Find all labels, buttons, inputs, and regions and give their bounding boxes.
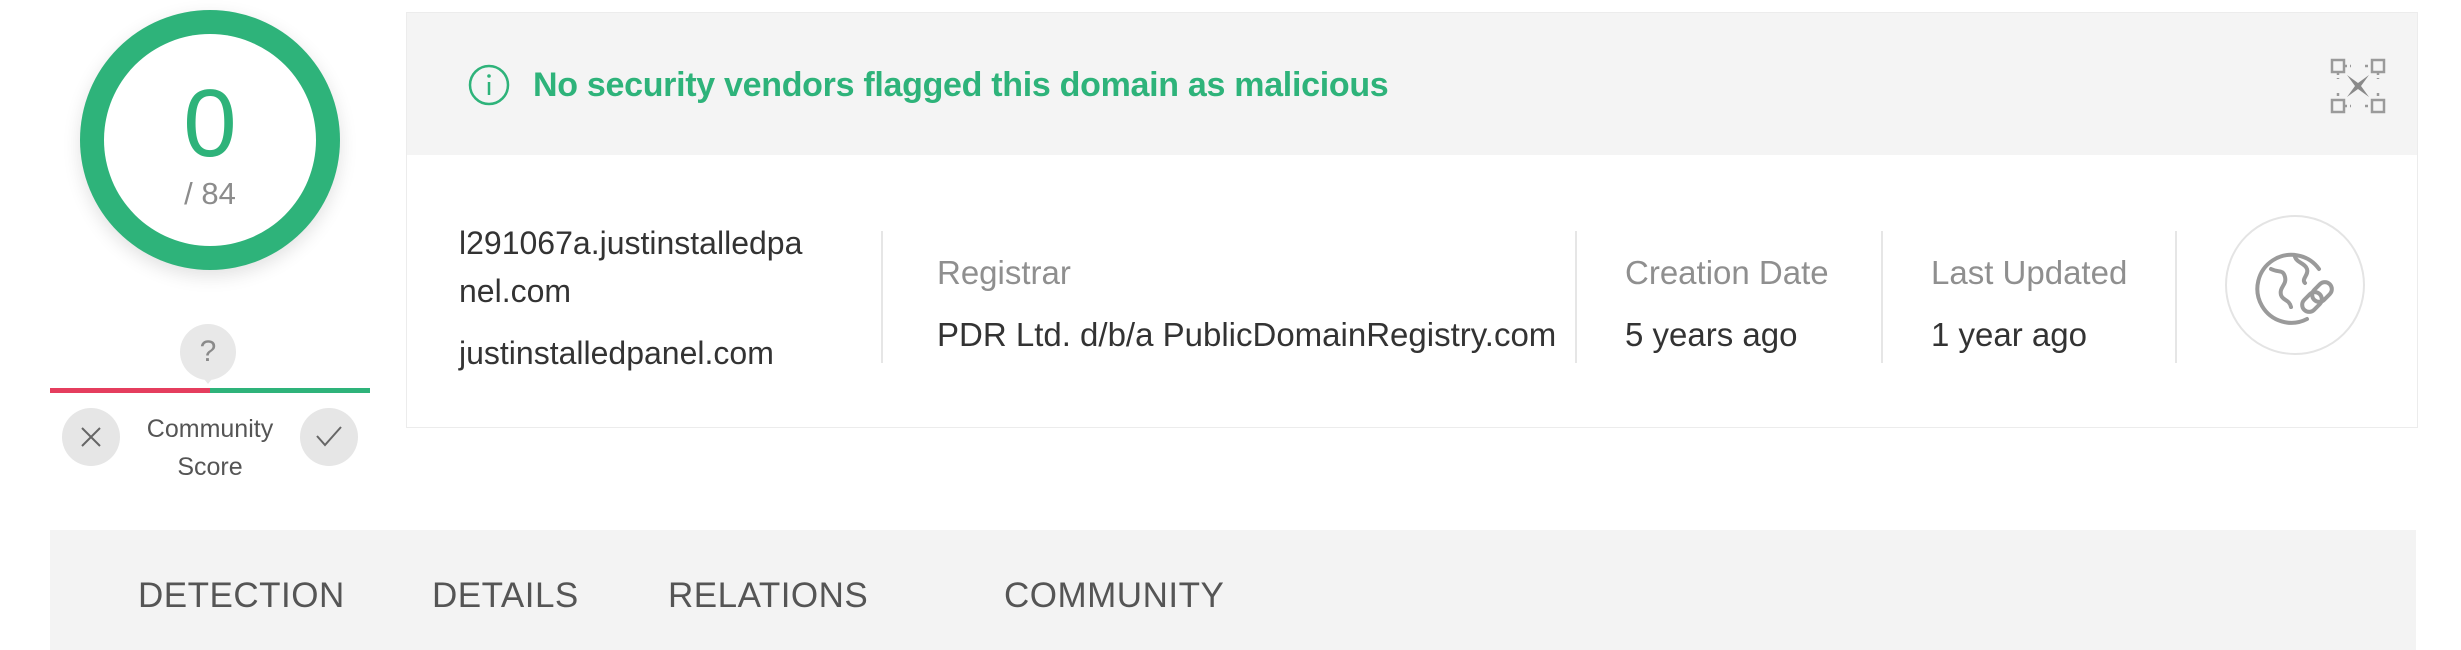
tab-relations[interactable]: RELATIONS [668,574,868,618]
community-score-positive-bar [210,388,370,393]
community-score-negative-bar [50,388,210,393]
verdict-message: No security vendors flagged this domain … [533,66,1389,104]
divider [2175,231,2177,363]
community-score-indicator: ? [180,324,236,384]
last-updated-label: Last Updated [1931,254,2128,291]
globe-link-icon [2255,252,2334,325]
qr-code-icon[interactable] [2329,57,2387,115]
detection-count: 0 [183,70,237,177]
vote-harmless-button[interactable] [300,408,358,466]
creation-date-label: Creation Date [1625,254,1829,291]
creation-date-value: 5 years ago [1625,316,1798,353]
detection-score-ring: 0 / 84 [80,10,340,270]
tab-community[interactable]: COMMUNITY [1004,574,1224,618]
graph-view-button[interactable] [2225,215,2365,355]
domain-name-line2: nel.com [459,273,572,309]
last-updated-value: 1 year ago [1931,316,2087,353]
check-icon [316,426,342,447]
verdict-banner: No security vendors flagged this domain … [407,13,2417,155]
domain-name-line1: l291067a.justinstalledpa [459,225,803,261]
root-domain[interactable]: justinstalledpanel.com [459,329,774,377]
community-score-label-line2: Score [177,453,243,481]
community-score-label-line1: Community [146,415,274,443]
close-icon [81,427,101,447]
report-tabs: DETECTION DETAILS RELATIONS COMMUNITY [50,530,2416,650]
tab-detection[interactable]: DETECTION [138,574,345,618]
divider [1575,231,1577,363]
domain-summary-card: No security vendors flagged this domain … [406,12,2418,428]
info-icon [468,64,510,106]
tab-details[interactable]: DETAILS [432,574,579,618]
community-score-label: Community Score [130,410,290,486]
registrar-label: Registrar [937,254,1071,291]
vendor-total: / 84 [184,176,236,211]
score-ring-inner: 0 / 84 [104,34,316,246]
vote-harmful-button[interactable] [62,408,120,466]
divider [1881,231,1883,363]
divider [881,231,883,363]
registrar-value: PDR Ltd. d/b/a PublicDomainRegistry.com [937,316,1557,353]
